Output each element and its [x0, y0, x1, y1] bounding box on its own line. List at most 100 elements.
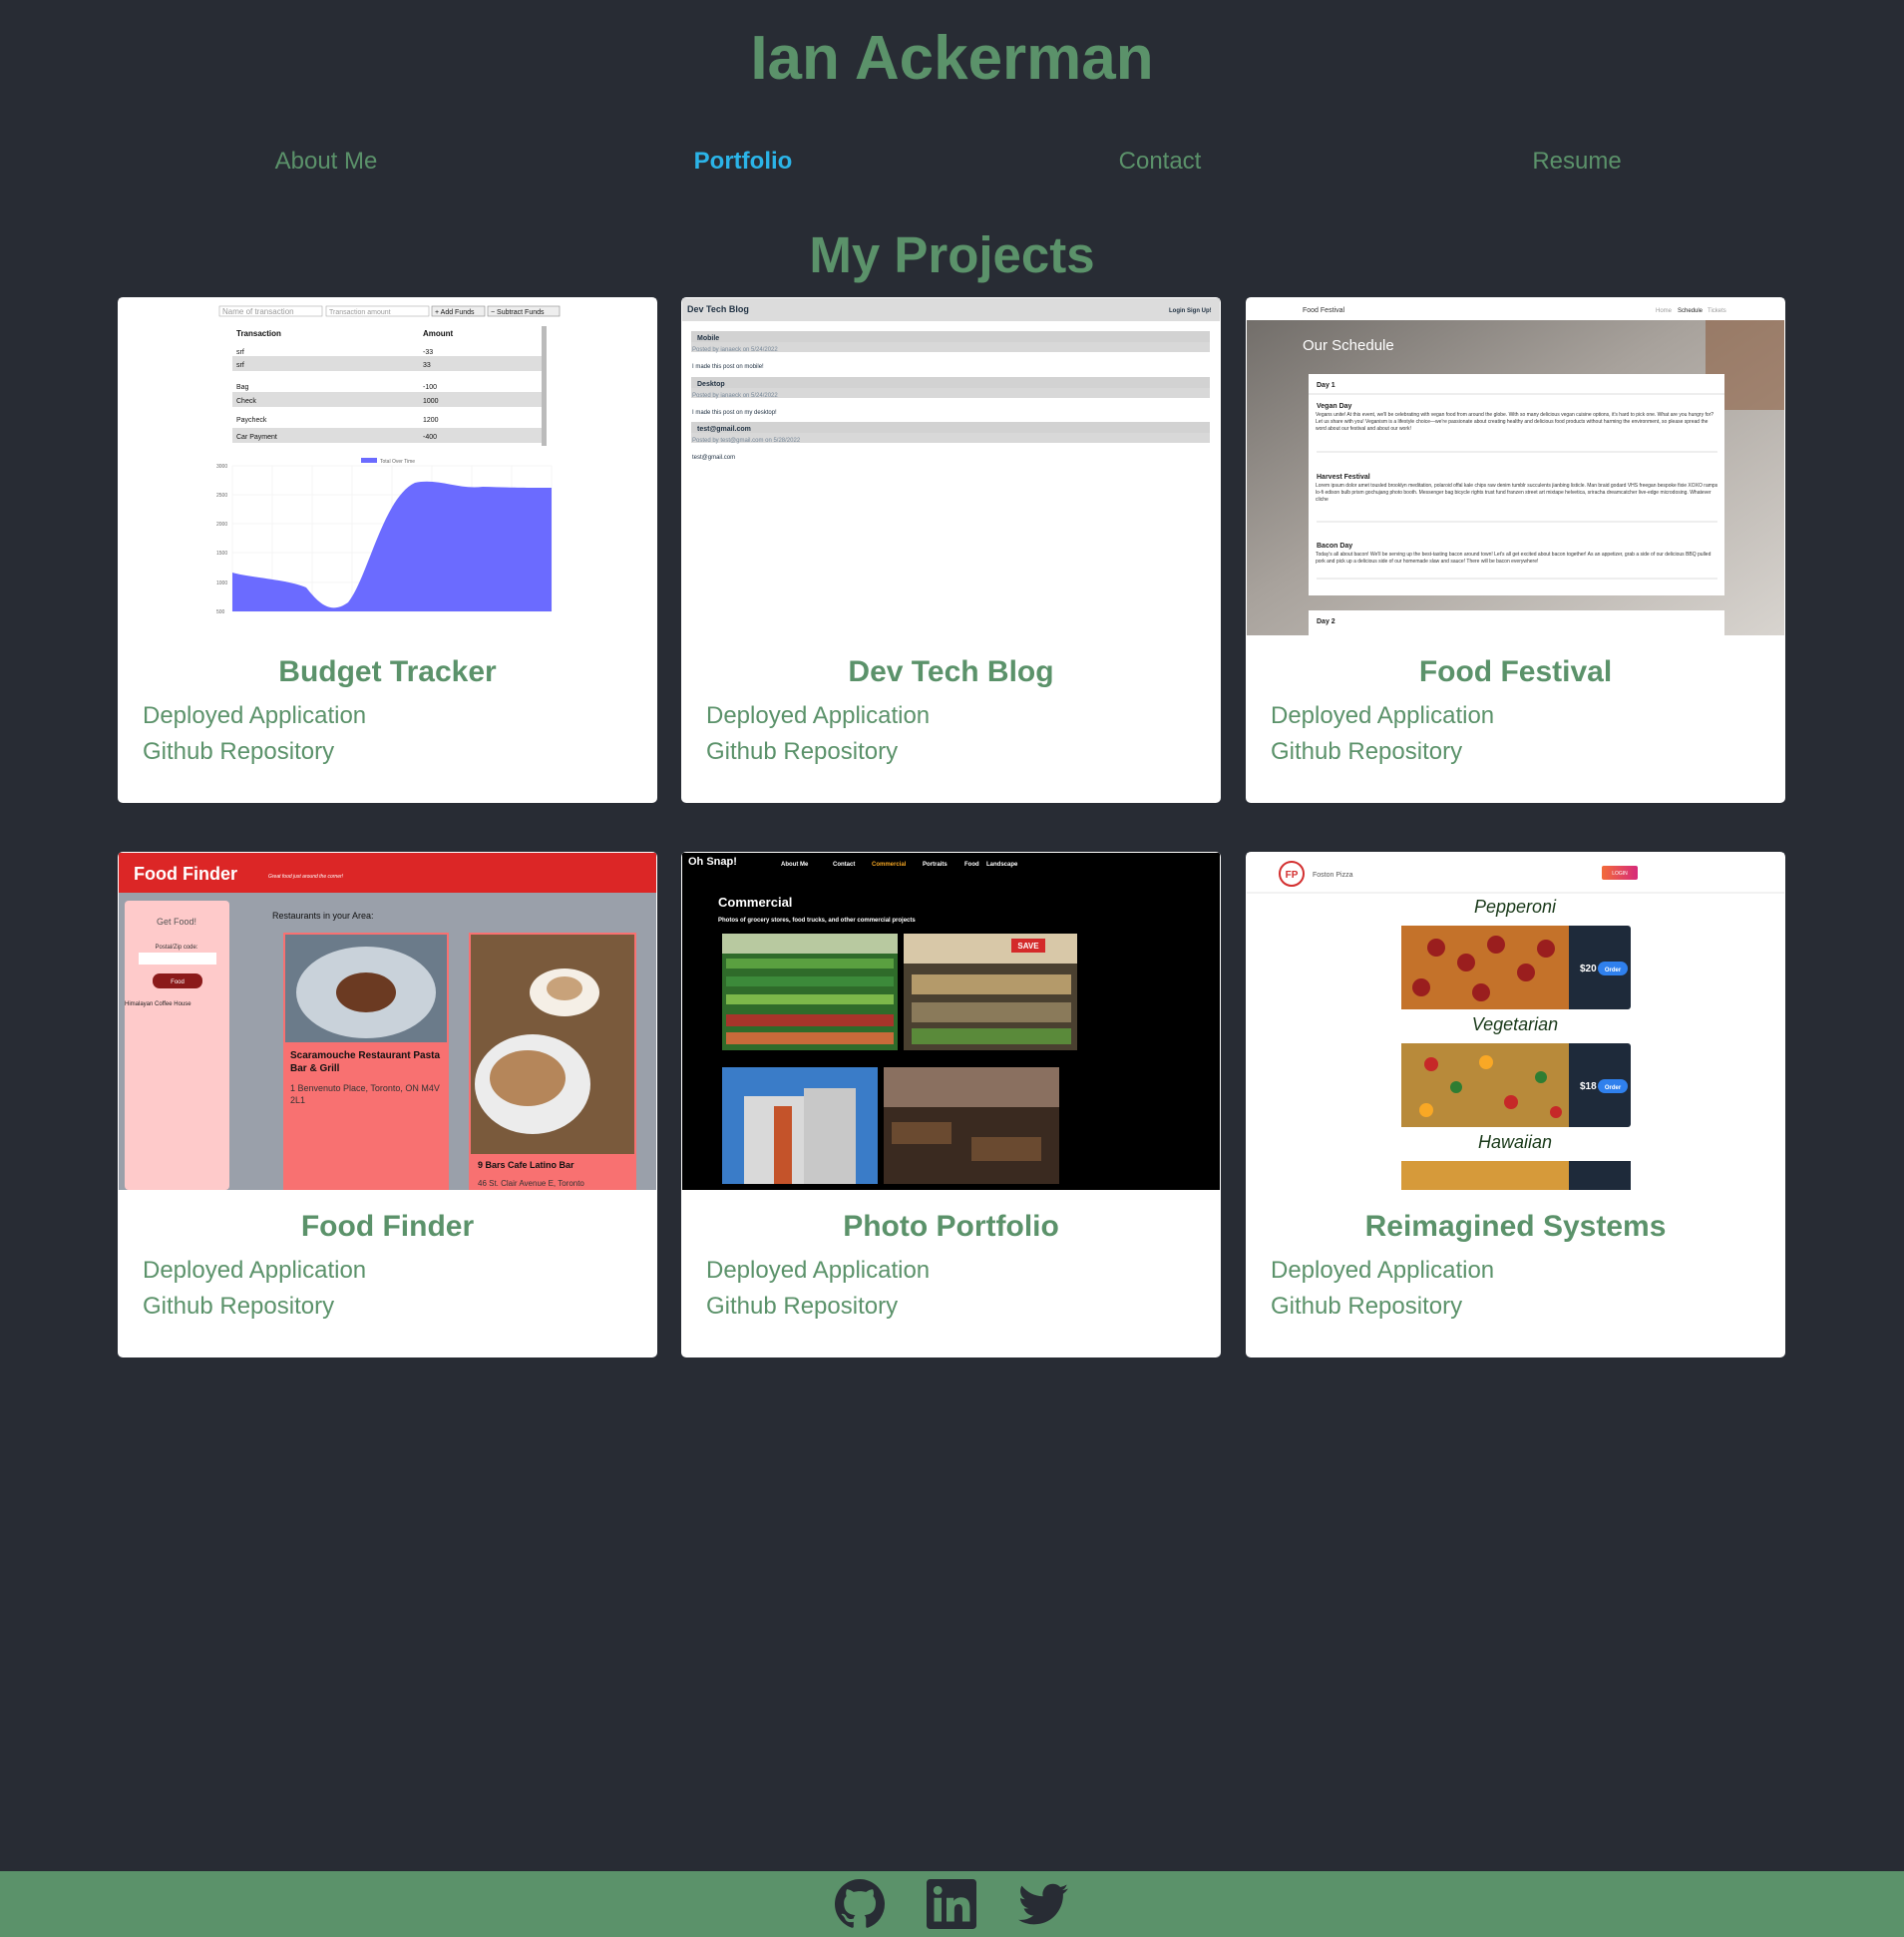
deployed-app-link[interactable]: Deployed Application: [706, 700, 930, 732]
project-card-reimagined-systems: FP Foston Pizza LOGIN Pepperoni $20 Orde…: [1246, 852, 1785, 1357]
blog-post-meta: Posted by ianaeck on 5/24/2022: [692, 393, 778, 399]
photo-portfolio-screenshot[interactable]: Oh Snap! About Me Contact Commercial Por…: [682, 853, 1220, 1190]
photo-subheading: Photos of grocery stores, food trucks, a…: [718, 918, 916, 924]
blog-post-body: I made this post on my desktop!: [692, 410, 777, 416]
festival-nav-item: Tickets: [1708, 308, 1726, 314]
food-festival-screenshot[interactable]: Food Festival Home Schedule Tickets Our …: [1247, 298, 1784, 635]
photo-nav-item: Commercial: [872, 862, 907, 868]
blog-post-meta: Posted by ianaeck on 5/24/2022: [692, 347, 778, 353]
project-card-budget-tracker: Name of transaction Transaction amount +…: [118, 297, 657, 803]
project-card-photo-portfolio: Oh Snap! About Me Contact Commercial Por…: [681, 852, 1221, 1357]
finder-postal-label: Postal/Zip code:: [155, 945, 197, 951]
deployed-app-link[interactable]: Deployed Application: [143, 1255, 366, 1287]
deployed-app-link[interactable]: Deployed Application: [143, 700, 366, 732]
github-repo-link[interactable]: Github Repository: [143, 736, 334, 768]
pizza-order-button: Order: [1605, 1085, 1622, 1091]
pizza-item-name: Hawaiian: [1478, 1132, 1552, 1152]
festival-day: Day 2: [1317, 618, 1335, 625]
nav-resume[interactable]: Resume: [1427, 140, 1726, 184]
budget-row-name: Car Payment: [236, 434, 277, 441]
dev-tech-blog-screenshot[interactable]: Dev Tech Blog Login Sign Up! Mobile Post…: [682, 298, 1220, 635]
twitter-icon[interactable]: [1018, 1879, 1068, 1929]
pizza-price: $18: [1580, 1081, 1597, 1092]
deployed-app-link[interactable]: Deployed Application: [1271, 700, 1494, 732]
budget-row-amount: -33: [423, 349, 433, 356]
linkedin-icon[interactable]: [927, 1879, 976, 1929]
budget-row-amount: 1200: [423, 417, 439, 424]
festival-event-title: Harvest Festival: [1317, 474, 1370, 481]
project-title: Budget Tracker: [278, 655, 497, 688]
budget-row-amount: -400: [423, 434, 437, 441]
budget-name-input: Name of transaction: [222, 307, 294, 316]
festival-nav-item: Home: [1656, 308, 1673, 314]
pizza-brand: Foston Pizza: [1313, 872, 1353, 879]
github-repo-link[interactable]: Github Repository: [143, 1291, 334, 1323]
budget-chart-legend: Total Over Time: [380, 459, 415, 465]
pizza-order-button: Order: [1605, 968, 1622, 973]
food-finder-screenshot[interactable]: Food Finder Great food just around the c…: [119, 853, 656, 1190]
project-card-food-finder: Food Finder Great food just around the c…: [118, 852, 657, 1357]
festival-day: Day 1: [1317, 382, 1335, 389]
festival-event-body: Vegans unite! At this event, we'll be ce…: [1316, 412, 1714, 432]
budget-y-tick: 2500: [216, 493, 227, 499]
deployed-app-link[interactable]: Deployed Application: [1271, 1255, 1494, 1287]
festival-event-body: Today's all about bacon! We'll be servin…: [1316, 552, 1712, 565]
festival-event-title: Vegan Day: [1317, 403, 1352, 410]
pizza-login-button: LOGIN: [1612, 871, 1628, 877]
budget-row-name: Bag: [236, 384, 249, 391]
budget-y-tick: 2000: [216, 522, 227, 528]
photo-nav-item: Portraits: [923, 862, 948, 868]
pizza-item-name: Vegetarian: [1472, 1014, 1558, 1034]
budget-amount-input: Transaction amount: [329, 309, 391, 316]
budget-tracker-screenshot[interactable]: Name of transaction Transaction amount +…: [119, 298, 656, 635]
nav-contact[interactable]: Contact: [1010, 140, 1310, 184]
budget-y-tick: 1500: [216, 551, 227, 557]
github-repo-link[interactable]: Github Repository: [1271, 736, 1462, 768]
finder-card-addr: 1 Benvenuto Place, Toronto, ON M4V 2L1: [290, 1083, 440, 1105]
festival-nav-item: Schedule: [1678, 308, 1704, 314]
photo-nav-item: Food: [964, 862, 979, 868]
github-repo-link[interactable]: Github Repository: [706, 736, 898, 768]
project-title: Food Festival: [1418, 655, 1613, 688]
festival-event-body: Lorem ipsum dolor amet tousled brooklyn …: [1316, 483, 1718, 503]
pizza-logo: FP: [1286, 870, 1299, 881]
project-title: Reimagined Systems: [1364, 1210, 1667, 1243]
finder-card-name: Scaramouche Restaurant Pasta Bar & Grill: [290, 1050, 441, 1074]
github-repo-link[interactable]: Github Repository: [706, 1291, 898, 1323]
blog-post-meta: Posted by test@gmail.com on 5/28/2022: [692, 438, 801, 444]
blog-post-title: Desktop: [697, 381, 725, 388]
github-repo-link[interactable]: Github Repository: [1271, 1291, 1462, 1323]
nav-about-me[interactable]: About Me: [177, 140, 476, 184]
budget-row-name: srf: [236, 349, 244, 356]
nav-portfolio[interactable]: Portfolio: [593, 140, 893, 184]
blog-post-title: Mobile: [697, 335, 719, 342]
footer: [0, 1871, 1904, 1937]
reimagined-systems-screenshot[interactable]: FP Foston Pizza LOGIN Pepperoni $20 Orde…: [1247, 853, 1784, 1190]
deployed-app-link[interactable]: Deployed Application: [706, 1255, 930, 1287]
festival-brand: Food Festival: [1303, 307, 1344, 314]
github-icon[interactable]: [835, 1879, 885, 1929]
budget-y-tick: 3000: [216, 464, 227, 470]
finder-section-title: Restaurants in your Area:: [272, 911, 374, 921]
projects-heading: My Projects: [809, 226, 1095, 283]
blog-post-title: test@gmail.com: [697, 426, 751, 433]
budget-row-amount: -100: [423, 384, 437, 391]
blog-brand: Dev Tech Blog: [687, 304, 749, 314]
budget-row-amount: 1000: [423, 398, 439, 405]
finder-brand: Food Finder: [134, 864, 237, 884]
photo-nav-item: About Me: [781, 862, 809, 868]
finder-tagline: Great food just around the corner!: [268, 874, 344, 880]
budget-add-button: + Add Funds: [435, 309, 475, 316]
festival-event-title: Bacon Day: [1317, 543, 1352, 550]
project-title: Food Finder: [300, 1210, 475, 1243]
festival-heading: Our Schedule: [1303, 337, 1394, 354]
budget-subtract-button: − Subtract Funds: [491, 309, 545, 316]
blog-post-body: test@gmail.com: [692, 455, 735, 461]
pizza-item-name: Pepperoni: [1474, 897, 1557, 917]
budget-row-name: Check: [236, 398, 256, 405]
blog-post-body: I made this post on mobile!: [692, 364, 764, 370]
budget-y-tick: 1000: [216, 581, 227, 586]
budget-col-amount: Amount: [423, 329, 454, 338]
main-nav: About Me Portfolio Contact Resume: [0, 140, 1904, 184]
photo-nav-item: Contact: [833, 862, 855, 868]
